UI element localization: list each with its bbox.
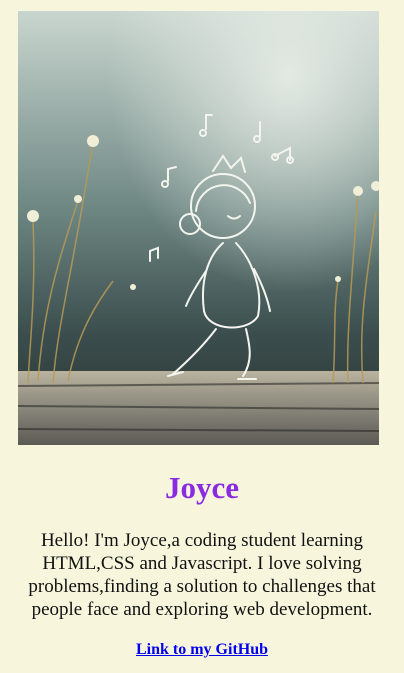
profile-name: Joyce [164, 470, 240, 505]
profile-photo [18, 11, 379, 445]
github-link[interactable]: Link to my GitHub [136, 641, 268, 658]
profile-bio: Hello! I'm Joyce,a coding student learni… [28, 530, 376, 620]
github-link-container: Link to my GitHub [0, 640, 404, 660]
